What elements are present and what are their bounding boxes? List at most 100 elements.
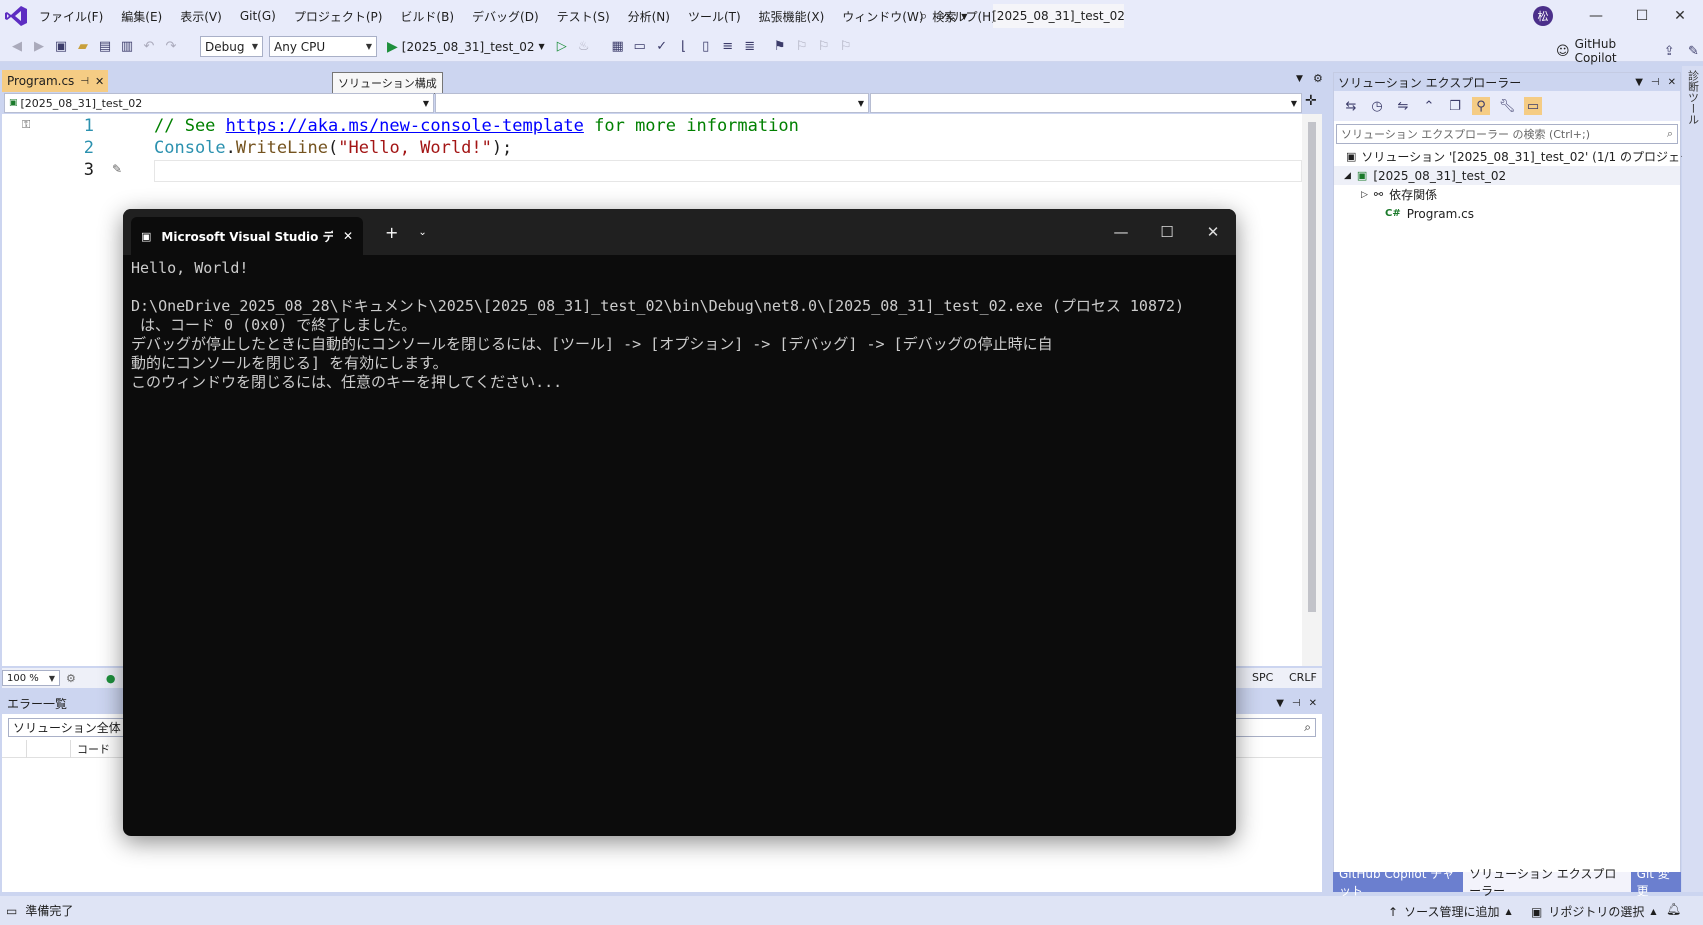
bookmark-icon[interactable]: ⚑ [771,38,789,56]
format-icon[interactable]: ⌊ [675,38,693,56]
new-tab-icon[interactable]: + [385,223,398,242]
pin-icon[interactable]: ⊣ [1292,698,1301,709]
tab-solution-explorer[interactable]: ソリューション エクスプローラー [1463,867,1631,898]
sync-icon[interactable]: ⇋ [1394,97,1412,115]
quick-action-icon[interactable]: ✎ [112,162,122,176]
menu-item[interactable]: ファイル(F) [30,0,112,32]
open-folder-icon[interactable]: ▰ [74,38,92,56]
close-icon[interactable]: ✕ [1668,77,1676,88]
properties-icon[interactable]: 🔧︎ [1498,97,1516,115]
zoom-dropdown[interactable]: 100 % ▼ [2,670,60,686]
bookmark-next-icon[interactable]: ⚐ [815,38,833,56]
forward-icon[interactable]: ▶ [30,38,48,56]
console-maximize-button[interactable]: ☐ [1144,209,1190,255]
history-icon[interactable]: ◷ [1368,97,1386,115]
platform-dropdown[interactable]: Any CPU ▼ [269,36,377,57]
document-icon[interactable]: ▯ [697,38,715,56]
switch-view-icon[interactable]: ⇆ [1342,97,1360,115]
menu-item[interactable]: 分析(N) [619,0,679,32]
intellicode-icon[interactable]: ⚙ [66,672,76,685]
back-icon[interactable]: ◀ [8,38,26,56]
tree-project-node[interactable]: ◢ ▣ [2025_08_31]_test_02 [1334,166,1680,185]
tab-program-cs[interactable]: Program.cs ⊣ ✕ [2,70,108,92]
new-project-icon[interactable]: ▣ [52,38,70,56]
config-dropdown[interactable]: Debug ▼ [200,36,263,57]
spell-check-icon[interactable]: ✓ [653,38,671,56]
undo-icon[interactable]: ↶ [140,38,158,56]
tab-copilot-chat[interactable]: GitHub Copilot チャット [1333,867,1464,898]
error-search-input[interactable]: ⌕ [1226,717,1316,737]
scroll-thumb[interactable] [1308,122,1316,612]
dropdown-icon[interactable]: ▼ [1635,77,1643,88]
settings-icon[interactable]: ⚙ [1313,72,1323,85]
whitespace-indicator[interactable]: SPC [1252,671,1273,684]
bookmark-clear-icon[interactable]: ⚐ [837,38,855,56]
console-close-button[interactable]: ✕ [1190,209,1236,255]
copilot-button[interactable]: ☺ GitHub Copilot ⇪ ✎ [1556,37,1703,65]
tab-close-icon[interactable]: ✕ [343,229,353,243]
nav-member-dropdown[interactable]: ▼ [870,93,1302,113]
bookmark-prev-icon[interactable]: ⚐ [793,38,811,56]
filter-icon[interactable]: ⚲ [1472,97,1490,115]
code-link[interactable]: https://aka.ms/new-console-template [226,116,584,136]
menu-item[interactable]: Git(G) [231,0,285,32]
diagnostic-tools-tab[interactable]: 診断ツール [1685,70,1701,125]
hot-reload-icon[interactable]: ♨ [575,38,593,56]
visual-studio-logo-icon[interactable] [4,5,28,27]
save-icon[interactable]: ▤ [96,38,114,56]
redo-icon[interactable]: ↷ [162,38,180,56]
error-scope-dropdown[interactable]: ソリューション全体 [8,717,128,737]
menu-item[interactable]: プロジェクト(P) [285,0,392,32]
close-icon[interactable]: ✕ [1309,698,1317,709]
repo-select-button[interactable]: ▣ リポジトリの選択 ▲ [1531,903,1657,920]
menu-item[interactable]: ビルド(B) [391,0,463,32]
console-tab[interactable]: ▣ Microsoft Visual Studio デバッグ ✕ [131,217,363,255]
notification-bell-icon[interactable]: 🔔︎ [1666,902,1681,916]
collapse-icon[interactable]: ⌃ [1420,97,1438,115]
preview-icon[interactable]: ▭ [1524,97,1542,115]
menu-item[interactable]: ツール(T) [679,0,750,32]
no-issues-icon[interactable]: ● [106,672,116,685]
tree-solution-node[interactable]: ▣ ソリューション '[2025_08_31]_test_02' (1/1 のプ… [1334,147,1703,166]
tree-file-node[interactable]: C# Program.cs [1334,204,1680,223]
col-icon[interactable] [2,739,27,758]
share-icon[interactable]: ⇪ [1662,42,1677,60]
tab-git-changes[interactable]: Git 変更 [1630,867,1681,898]
browse-icon[interactable]: ▦ [609,38,627,56]
tree-deps-node[interactable]: ▷ ⚯ 依存関係 [1334,185,1680,204]
close-button[interactable]: ✕ [1657,0,1703,32]
tab-overflow-icon[interactable]: ▼ [1296,74,1303,84]
line-ending-indicator[interactable]: CRLF [1289,671,1317,684]
save-all-icon[interactable]: ▥ [118,38,136,56]
run-button[interactable]: ▶ [2025_08_31]_test_02 ▼ [387,39,545,55]
editor-scrollbar[interactable] [1302,114,1322,666]
tab-close-icon[interactable]: ✕ [95,75,104,88]
layout-icon[interactable]: ▭ [631,38,649,56]
feedback-icon[interactable]: ✎ [1686,42,1701,60]
solution-search-input[interactable]: ソリューション エクスプローラー の検索 (Ctrl+;) ⌕ [1336,124,1678,144]
show-all-icon[interactable]: ❐ [1446,97,1464,115]
menu-item[interactable]: 編集(E) [112,0,171,32]
chevron-down-icon[interactable]: ⌄ [418,227,426,238]
console-minimize-button[interactable]: — [1098,209,1144,255]
minimize-button[interactable]: — [1573,0,1619,32]
debug-console-window[interactable]: ▣ Microsoft Visual Studio デバッグ ✕ + ⌄ — ☐… [123,209,1236,836]
code-line[interactable]: // See https://aka.ms/new-console-templa… [154,116,799,136]
menu-item[interactable]: 拡張機能(X) [750,0,834,32]
search-button[interactable]: ⌕ 検索 ▼ [910,0,977,32]
pin-icon[interactable]: ⊣ [80,76,89,87]
dropdown-icon[interactable]: ▼ [1276,698,1284,709]
nav-project-dropdown[interactable]: ▣ [2025_08_31]_test_02 ▼ [4,93,434,113]
run-without-debug-icon[interactable]: ▷ [553,38,571,56]
menu-item[interactable]: デバッグ(D) [463,0,548,32]
source-control-button[interactable]: ↑ ソース管理に追加 ▲ [1388,903,1512,920]
pin-icon[interactable]: ⊣ [1651,77,1660,88]
menu-item[interactable]: 表示(V) [171,0,231,32]
code-line[interactable]: Console.WriteLine("Hello, World!"); [154,138,512,158]
split-icon[interactable]: ✛ [1305,93,1317,109]
outdent-icon[interactable]: ≣ [741,38,759,56]
avatar[interactable]: 松 [1533,6,1553,26]
indent-icon[interactable]: ≡ [719,38,737,56]
nav-type-dropdown[interactable]: ▼ [435,93,869,113]
col-code[interactable]: コード [71,741,110,757]
